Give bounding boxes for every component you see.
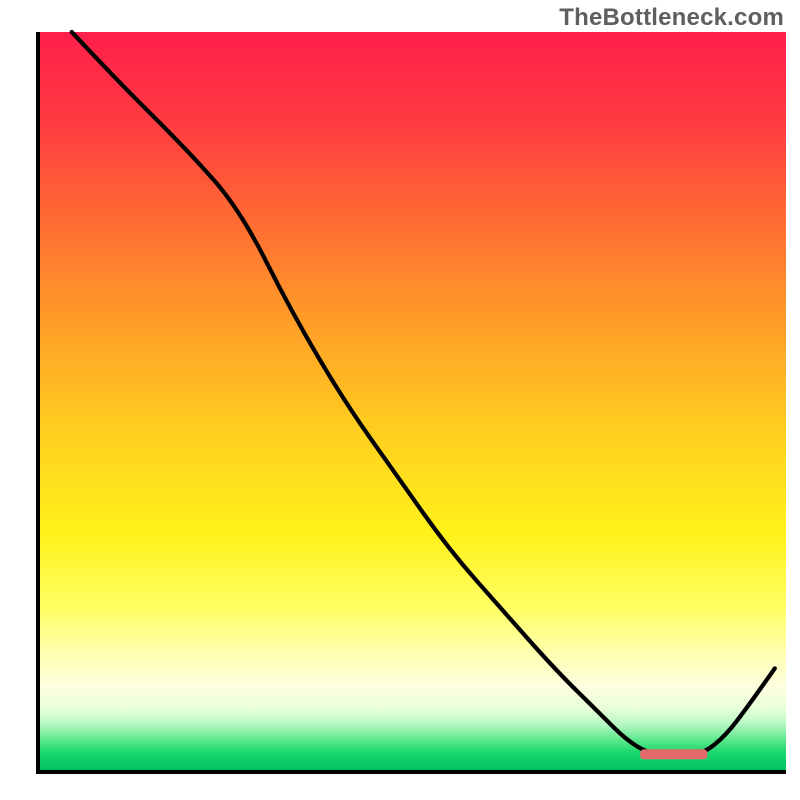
gradient-background	[38, 32, 786, 772]
chart-frame: TheBottleneck.com	[0, 0, 800, 800]
min-marker	[640, 749, 707, 759]
chart-canvas	[0, 0, 800, 800]
